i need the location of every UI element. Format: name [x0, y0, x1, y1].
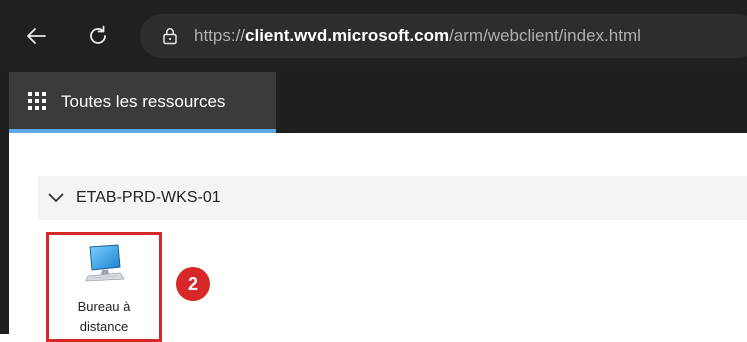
url-host: client.wvd.microsoft.com [245, 26, 450, 45]
tab-all-resources[interactable]: Toutes les ressources [9, 72, 276, 133]
remote-desktop-tile[interactable]: Bureau à distance [46, 232, 162, 342]
grid-icon [28, 92, 46, 110]
back-arrow-icon [27, 28, 46, 44]
remote-desktop-label: Bureau à distance [49, 297, 159, 337]
active-tab-indicator [9, 129, 276, 133]
remote-desktop-label-line1: Bureau à [77, 299, 131, 314]
resource-group-header[interactable]: ETAB-PRD-WKS-01 [38, 176, 747, 220]
url-prefix: https:// [194, 26, 246, 45]
remote-desktop-label-line2: distance [79, 319, 129, 334]
tab-all-resources-label: Toutes les ressources [61, 92, 226, 111]
browser-toolbar: https://client.wvd.microsoft.com/arm/web… [0, 0, 747, 72]
resource-group-name: ETAB-PRD-WKS-01 [76, 189, 221, 206]
app-tab-bar: Toutes les ressources [0, 72, 747, 133]
chevron-down-icon [48, 193, 64, 203]
back-button[interactable] [20, 20, 52, 52]
url-path: /arm/webclient/index.html [449, 26, 641, 45]
address-bar[interactable]: https://client.wvd.microsoft.com/arm/web… [140, 14, 747, 58]
refresh-button[interactable] [82, 20, 114, 52]
remote-desktop-icon [85, 244, 125, 282]
lock-icon [162, 27, 178, 45]
step-number-badge: 2 [176, 267, 210, 301]
refresh-icon [90, 25, 106, 44]
